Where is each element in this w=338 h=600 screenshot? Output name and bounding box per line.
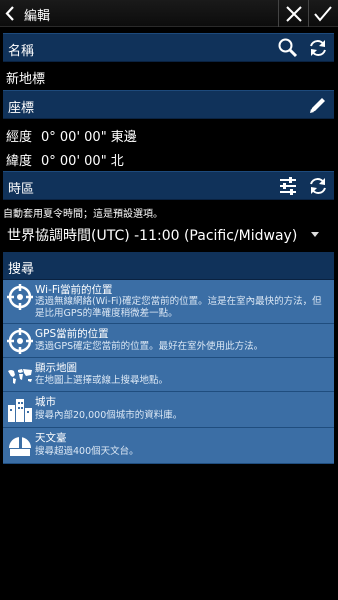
- timezone-note: 自動套用夏令時間；這是預設選項。: [3, 209, 163, 220]
- observatory-icon: [9, 437, 31, 456]
- confirm-button[interactable]: [309, 0, 338, 27]
- dropdown-arrow-icon: [311, 232, 319, 237]
- search-item-wifi[interactable]: Wi-Fi當前的位置 透過無線網絡(Wi-Fi)確定您當前的位置。這是在室內最快…: [3, 280, 334, 324]
- search-item-title: 城市: [35, 396, 56, 408]
- latitude-value[interactable]: 0° 00' 00" 北: [41, 150, 124, 169]
- back-button[interactable]: [0, 0, 22, 27]
- refresh-icon: [310, 40, 326, 56]
- longitude-label: 經度: [6, 130, 33, 145]
- close-icon: [286, 6, 302, 22]
- top-bar: 編輯: [0, 0, 338, 27]
- world-map-icon: [8, 369, 32, 384]
- search-item-description: 在地圖上選擇或線上搜尋地點。: [35, 375, 169, 386]
- cancel-button[interactable]: [280, 0, 308, 27]
- check-icon: [314, 6, 332, 22]
- search-item-observatory[interactable]: 天文臺 搜尋超過400個天文台。: [3, 428, 334, 464]
- search-item-description: 搜尋超過400個天文台。: [35, 446, 139, 457]
- back-arrow-icon: [5, 6, 14, 21]
- timezone-section-label: 時區: [8, 182, 35, 197]
- pencil-icon: [310, 98, 325, 113]
- edit-coordinates-button[interactable]: [307, 94, 331, 118]
- landmark-name-value[interactable]: 新地標: [6, 68, 45, 87]
- name-section-header: 名稱: [3, 33, 334, 62]
- timezone-section-header: 時區: [3, 171, 334, 200]
- search-item-title: 天文臺: [35, 432, 67, 444]
- timezone-settings-button[interactable]: [277, 175, 301, 199]
- coordinates-section-header: 座標: [3, 90, 334, 119]
- latitude-label: 緯度: [6, 154, 33, 169]
- refresh-icon: [310, 178, 326, 194]
- timezone-dropdown[interactable]: 世界協調時間(UTC) -11:00 (Pacific/Midway): [0, 222, 338, 248]
- refresh-timezone-button[interactable]: [307, 175, 331, 199]
- refresh-name-button[interactable]: [307, 37, 331, 61]
- search-item-description: 透過GPS確定您當前的位置。最好在室外使用此方法。: [35, 341, 264, 352]
- search-item-map[interactable]: 顯示地圖 在地圖上選擇或線上搜尋地點。: [3, 358, 334, 392]
- search-section-label: 搜尋: [8, 262, 35, 277]
- sliders-icon: [280, 177, 296, 195]
- timezone-selected-value: 世界協調時間(UTC) -11:00 (Pacific/Midway): [7, 228, 298, 244]
- city-icon: [8, 399, 32, 422]
- search-item-title: Wi-Fi當前的位置: [35, 284, 113, 296]
- search-item-description: 搜尋內部20,000個城市的資料庫。: [35, 410, 183, 421]
- gps-location-icon: [7, 328, 33, 354]
- search-name-button[interactable]: [277, 37, 301, 61]
- coordinates-section-label: 座標: [8, 101, 35, 116]
- search-item-gps[interactable]: GPS當前的位置 透過GPS確定您當前的位置。最好在室外使用此方法。: [3, 324, 334, 358]
- wifi-location-icon: [7, 284, 33, 310]
- name-section-label: 名稱: [8, 44, 35, 59]
- search-icon: [278, 38, 298, 58]
- search-item-city[interactable]: 城市 搜尋內部20,000個城市的資料庫。: [3, 392, 334, 428]
- longitude-value[interactable]: 0° 00' 00" 東邊: [41, 126, 137, 145]
- search-item-title: GPS當前的位置: [35, 328, 109, 340]
- search-item-description: 透過無線網絡(Wi-Fi)確定您當前的位置。這是在室內最快的方法，但是比用GPS…: [35, 296, 322, 319]
- search-list: 搜尋 Wi-Fi當前的位置 透過無線網絡(Wi-Fi)確定您當前的位置。這是在室…: [3, 252, 334, 464]
- search-item-title: 顯示地圖: [35, 362, 77, 374]
- toolbar-divider: [278, 0, 279, 27]
- search-section-header: 搜尋: [3, 252, 334, 280]
- page-title: 編輯: [24, 9, 51, 24]
